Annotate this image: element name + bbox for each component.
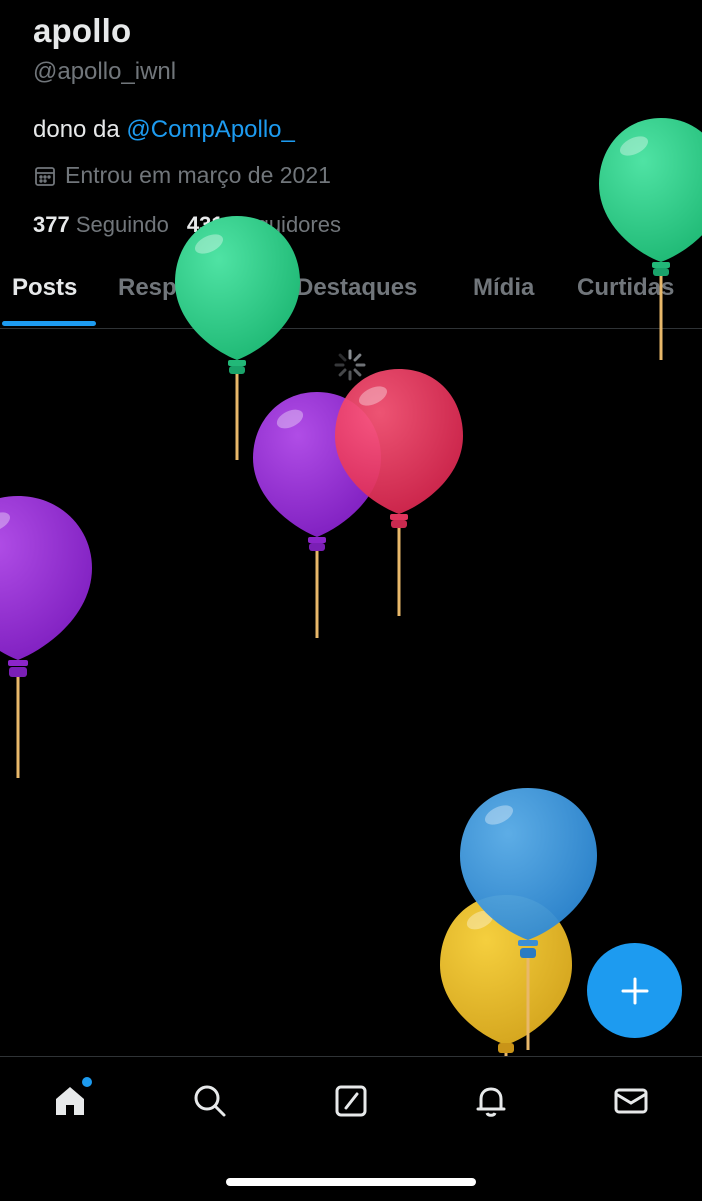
follow-stats: 377 Seguindo 431 Seguidores bbox=[33, 212, 341, 238]
joined-date: Entrou em março de 2021 bbox=[33, 162, 331, 189]
nav-home[interactable] bbox=[48, 1077, 92, 1123]
profile-bio: dono da @CompApollo_ bbox=[33, 116, 295, 144]
compose-button[interactable] bbox=[587, 943, 682, 1038]
joined-text: Entrou em março de 2021 bbox=[65, 162, 331, 188]
balloon-purple-left bbox=[0, 496, 92, 778]
nav-grok[interactable] bbox=[329, 1079, 373, 1123]
nav-notifications[interactable] bbox=[469, 1079, 513, 1123]
tab-curtidas[interactable]: Curtidas bbox=[577, 274, 674, 302]
bottom-navigation bbox=[0, 1056, 702, 1201]
bio-text: dono da bbox=[33, 116, 127, 143]
balloon-blue bbox=[460, 788, 597, 1050]
profile-tabs: Posts Respostas Destaques Mídia Curtidas bbox=[0, 262, 702, 329]
balloon-purple-middle bbox=[253, 392, 381, 638]
nav-messages[interactable] bbox=[609, 1079, 653, 1123]
balloon-yellow bbox=[440, 895, 572, 1058]
plus-icon bbox=[621, 977, 648, 1004]
balloon-green-left bbox=[175, 216, 300, 460]
home-indicator bbox=[226, 1178, 476, 1186]
following-stat[interactable]: 377 Seguindo bbox=[33, 212, 169, 238]
tab-destaques[interactable]: Destaques bbox=[296, 274, 417, 302]
bell-icon bbox=[476, 1087, 506, 1117]
balloon-red bbox=[335, 369, 463, 616]
home-icon bbox=[56, 1087, 84, 1115]
followers-stat[interactable]: 431 Seguidores bbox=[187, 212, 341, 238]
calendar-icon bbox=[35, 166, 55, 186]
profile-handle: @apollo_iwnl bbox=[33, 58, 177, 85]
grok-icon bbox=[335, 1085, 367, 1117]
notification-dot bbox=[82, 1077, 92, 1087]
tab-respostas[interactable]: Respostas bbox=[118, 274, 239, 302]
tab-posts[interactable]: Posts bbox=[12, 274, 77, 302]
followers-label: Seguidores bbox=[229, 212, 341, 237]
mail-icon bbox=[614, 1088, 648, 1114]
following-label: Seguindo bbox=[75, 212, 169, 237]
search-icon bbox=[194, 1085, 226, 1117]
following-count: 377 bbox=[33, 212, 70, 237]
nav-search[interactable] bbox=[188, 1079, 232, 1123]
bio-mention-link[interactable]: @CompApollo_ bbox=[126, 116, 294, 143]
tab-midia[interactable]: Mídia bbox=[473, 274, 534, 302]
active-tab-indicator bbox=[2, 321, 96, 326]
loading-spinner bbox=[334, 349, 366, 381]
followers-count: 431 bbox=[186, 212, 224, 237]
profile-name: apollo bbox=[33, 12, 132, 49]
